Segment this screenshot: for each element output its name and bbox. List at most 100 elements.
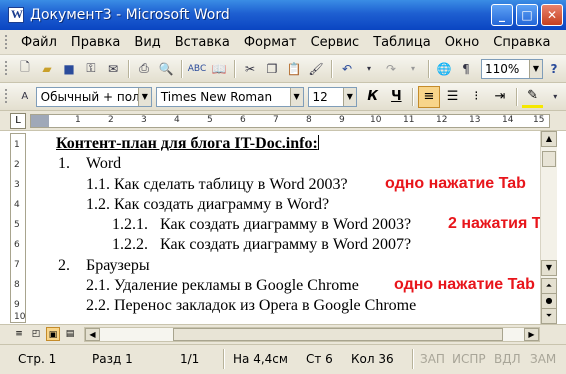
minimize-button[interactable]: _ xyxy=(491,4,513,26)
font-select[interactable]: Times New Roman ▼ xyxy=(155,86,304,107)
list-item[interactable]: 2.2. Перенос закладок из Opera в Google … xyxy=(86,297,416,315)
list-number: 1.1. xyxy=(86,176,110,193)
horizontal-ruler[interactable]: 1 2 3 4 5 6 7 8 9 10 11 12 13 14 15 xyxy=(30,114,550,128)
chevron-down-icon[interactable]: ▼ xyxy=(137,87,151,106)
menu-view[interactable]: Вид xyxy=(127,35,167,50)
status-extend[interactable]: ВДЛ xyxy=(494,352,521,366)
undo-dropdown-icon[interactable]: ▾ xyxy=(360,60,378,78)
list-item[interactable]: 1.2.1. Как создать диаграмму в Word 2003… xyxy=(112,216,411,234)
show-hide-icon[interactable]: ¶ xyxy=(457,60,475,78)
copy-icon[interactable]: ❐ xyxy=(263,60,281,78)
toolbar-grip-icon[interactable] xyxy=(4,60,8,77)
maximize-button[interactable]: □ xyxy=(516,4,538,26)
underline-button[interactable]: Ч xyxy=(386,86,408,108)
list-item[interactable]: 2.1. Удаление рекламы в Google Chrome xyxy=(86,277,359,295)
word-app-icon[interactable] xyxy=(8,7,24,23)
redo-dropdown-icon[interactable]: ▾ xyxy=(404,60,422,78)
ruler-number: 1 xyxy=(75,115,81,125)
select-browse-object-icon[interactable]: ● xyxy=(541,293,557,309)
status-page-count: 1/1 xyxy=(180,352,200,366)
menu-insert[interactable]: Вставка xyxy=(168,35,237,50)
toolbar-separator xyxy=(428,59,429,78)
numbering-icon[interactable]: ☰ xyxy=(442,86,464,108)
cut-icon[interactable]: ✂ xyxy=(241,60,259,78)
scroll-left-icon[interactable]: ◀ xyxy=(85,328,100,341)
chevron-down-icon[interactable]: ▼ xyxy=(342,87,356,106)
redo-icon[interactable]: ↷ xyxy=(382,60,400,78)
status-position: На 4,4см xyxy=(233,352,288,366)
previous-page-icon[interactable]: ⏶ xyxy=(541,278,557,294)
print-icon[interactable]: ⎙ xyxy=(135,60,153,78)
font-size-select[interactable]: 12 ▼ xyxy=(307,86,357,107)
vertical-ruler[interactable]: 1 2 3 4 5 6 7 8 9 10 xyxy=(10,133,26,323)
hyperlink-icon[interactable]: 🌐 xyxy=(435,60,453,78)
close-button[interactable]: ✕ xyxy=(541,4,563,26)
status-track-changes[interactable]: ИСПР xyxy=(452,352,486,366)
normal-view-icon[interactable]: ≡ xyxy=(12,327,26,341)
help-icon[interactable]: ? xyxy=(545,60,563,78)
print-preview-icon[interactable]: 🔍 xyxy=(157,60,175,78)
status-separator xyxy=(223,349,224,369)
scroll-up-icon[interactable]: ▲ xyxy=(541,131,557,147)
ruler-number: 2 xyxy=(108,115,114,125)
menu-table[interactable]: Таблица xyxy=(366,35,438,50)
highlight-dropdown-icon[interactable]: ▾ xyxy=(546,88,564,106)
style-select[interactable]: Обычный + полуж ▼ xyxy=(35,86,152,107)
paste-icon[interactable]: 📋 xyxy=(285,60,303,78)
toolbar-grip-icon[interactable] xyxy=(4,88,8,105)
research-icon[interactable]: 📖 xyxy=(210,60,228,78)
open-folder-icon[interactable]: ▰ xyxy=(38,60,56,78)
chevron-down-icon[interactable]: ▼ xyxy=(289,87,303,106)
bullets-icon[interactable]: ⁝ xyxy=(465,86,487,108)
list-text: Как сделать таблицу в Word 2003? xyxy=(114,176,348,193)
status-section: Разд 1 xyxy=(92,352,133,366)
new-document-icon[interactable]: 🗋 xyxy=(16,60,34,78)
align-left-icon[interactable]: ≡ xyxy=(418,85,440,108)
toolbar-separator xyxy=(515,87,517,106)
scroll-right-icon[interactable]: ▶ xyxy=(524,328,539,341)
scroll-down-icon[interactable]: ▼ xyxy=(541,260,557,276)
status-separator xyxy=(412,349,413,369)
document-page[interactable]: Контент-план для блога IT-Doc.info: 1. W… xyxy=(30,131,540,324)
email-icon[interactable]: ✉ xyxy=(104,60,122,78)
menu-edit[interactable]: Правка xyxy=(64,35,127,50)
status-overtype[interactable]: ЗАМ xyxy=(530,352,556,366)
status-record[interactable]: ЗАП xyxy=(420,352,445,366)
vertical-scroll-thumb[interactable] xyxy=(542,151,556,167)
horizontal-scrollbar[interactable]: ◀ ▶ xyxy=(84,327,540,342)
horizontal-scroll-thumb[interactable] xyxy=(173,328,503,341)
print-layout-icon[interactable]: ▣ xyxy=(46,327,60,341)
list-item[interactable]: 1.2.2. Как создать диаграмму в Word 2007… xyxy=(112,236,411,254)
list-number: 1.2. xyxy=(86,196,110,213)
zoom-select[interactable]: 110% ▼ xyxy=(481,58,543,79)
styles-pane-icon[interactable]: A xyxy=(16,88,34,106)
list-item[interactable]: 1. Word xyxy=(58,155,121,173)
tab-stop-selector[interactable]: L xyxy=(10,113,26,129)
chevron-down-icon[interactable]: ▼ xyxy=(529,59,542,78)
next-page-icon[interactable]: ⏷ xyxy=(541,308,557,324)
undo-icon[interactable]: ↶ xyxy=(338,60,356,78)
toolbar-separator xyxy=(412,87,414,106)
format-painter-icon[interactable]: 🖌 xyxy=(307,60,325,78)
italic-button[interactable]: К xyxy=(362,86,384,108)
menu-help[interactable]: Справка xyxy=(486,35,557,50)
indent-icon[interactable]: ⇥ xyxy=(489,86,511,108)
menu-format[interactable]: Формат xyxy=(237,35,304,50)
menu-tools[interactable]: Сервис xyxy=(304,35,367,50)
list-item[interactable]: 1.1. Как сделать таблицу в Word 2003? xyxy=(86,176,348,194)
list-text: Браузеры xyxy=(86,257,150,274)
document-heading[interactable]: Контент-план для блога IT-Doc.info: xyxy=(56,135,319,153)
spelling-icon[interactable]: ABC xyxy=(188,60,206,78)
list-item[interactable]: 1.2. Как создать диаграмму в Word? xyxy=(86,196,329,214)
ruler-number: 7 xyxy=(273,115,279,125)
menu-file[interactable]: Файл xyxy=(14,35,64,50)
list-item[interactable]: 2. Браузеры xyxy=(58,257,150,275)
web-layout-icon[interactable]: ◰ xyxy=(29,327,43,341)
menu-grip-icon[interactable] xyxy=(4,33,8,51)
reading-layout-icon[interactable]: ▤ xyxy=(63,327,77,341)
menu-window[interactable]: Окно xyxy=(438,35,487,50)
save-icon[interactable]: ■ xyxy=(60,60,78,78)
vertical-scrollbar[interactable]: ▲ ▼ ⏶ ● ⏷ xyxy=(540,131,557,324)
permission-icon[interactable]: ⚿ xyxy=(82,60,100,78)
highlight-icon[interactable]: ✎ xyxy=(521,86,544,108)
